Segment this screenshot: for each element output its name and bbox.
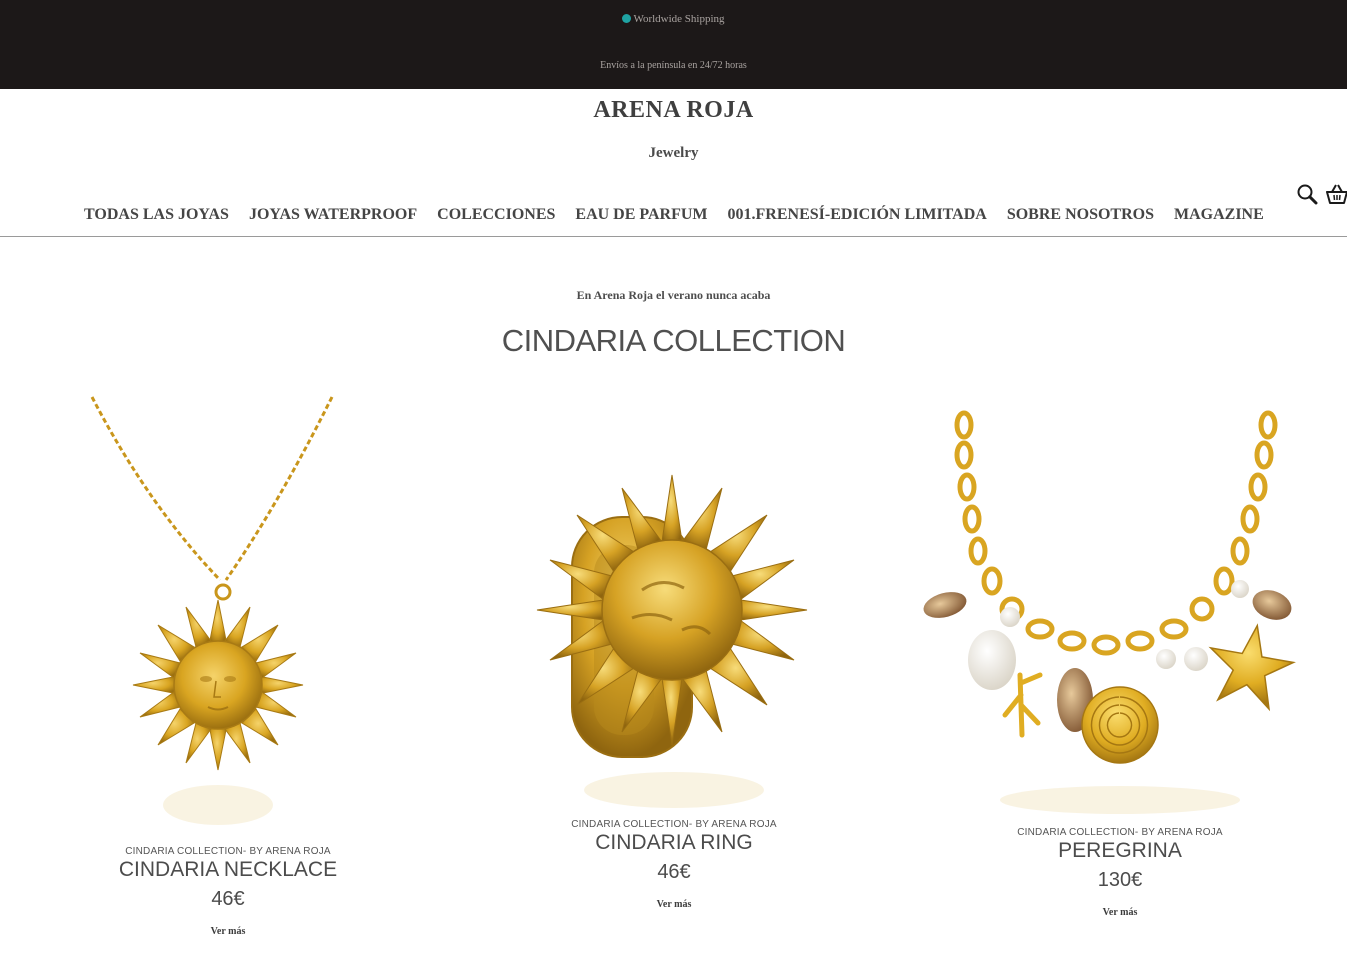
nav-item-frenesi[interactable]: 001.FRENESÍ-EDICIÓN LIMITADA: [728, 206, 987, 224]
search-icon[interactable]: [1296, 183, 1318, 205]
ver-mas-link[interactable]: Ver más: [474, 899, 874, 910]
product-collection: CINDARIA COLLECTION- BY ARENA ROJA: [125, 846, 331, 857]
main-nav: TODAS LAS JOYAS JOYAS WATERPROOF COLECCI…: [84, 206, 1264, 224]
product-name[interactable]: PEREGRINA: [920, 839, 1320, 863]
nav-item-colecciones[interactable]: COLECCIONES: [437, 206, 555, 224]
nav-item-eau-de-parfum[interactable]: EAU DE PARFUM: [575, 206, 707, 224]
shipping-notice: Worldwide Shipping: [0, 13, 1347, 25]
product-name[interactable]: CINDARIA NECKLACE: [28, 858, 428, 882]
product-image-sun-necklace[interactable]: [28, 395, 428, 835]
globe-icon: [622, 14, 632, 23]
ver-mas-link[interactable]: Ver más: [28, 926, 428, 937]
basket-icon[interactable]: [1326, 183, 1347, 205]
nav-item-sobre-nosotros[interactable]: SOBRE NOSOTROS: [1007, 206, 1154, 224]
product-card[interactable]: CINDARIA COLLECTION- BY ARENA ROJA CINDA…: [28, 395, 428, 945]
product-collection: CINDARIA COLLECTION- BY ARENA ROJA: [1017, 827, 1223, 838]
header-divider: [0, 236, 1347, 237]
product-price: 130€: [1097, 869, 1143, 891]
ver-mas-link[interactable]: Ver más: [920, 907, 1320, 918]
section-intro: En Arena Roja el verano nunca acaba: [576, 288, 771, 302]
product-collection: CINDARIA COLLECTION- BY ARENA ROJA: [571, 819, 777, 830]
nav-item-magazine[interactable]: MAGAZINE: [1174, 206, 1264, 224]
nav-item-todas-las-joyas[interactable]: TODAS LAS JOYAS: [84, 206, 229, 224]
header-icons: [1296, 183, 1347, 205]
brand-logo[interactable]: ARENA ROJA: [0, 97, 1347, 124]
delivery-notice: Envíos a la península en 24/72 horas: [600, 60, 747, 71]
nav-item-joyas-waterproof[interactable]: JOYAS WATERPROOF: [249, 206, 417, 224]
product-name[interactable]: CINDARIA RING: [474, 831, 874, 855]
product-card[interactable]: CINDARIA COLLECTION- BY ARENA ROJA CINDA…: [474, 395, 874, 925]
brand-tagline: Jewelry: [648, 145, 699, 161]
product-card[interactable]: CINDARIA COLLECTION- BY ARENA ROJA PEREG…: [920, 405, 1320, 925]
product-image-sun-ring[interactable]: [474, 395, 874, 815]
product-price: 46€: [211, 888, 245, 910]
page-title: CINDARIA COLLECTION: [501, 323, 846, 358]
announcement-bar: Worldwide Shipping Envíos a la península…: [0, 0, 1347, 89]
product-price: 46€: [657, 861, 691, 883]
shipping-text: Worldwide Shipping: [633, 13, 725, 25]
product-image-shell-necklace[interactable]: [920, 405, 1320, 825]
